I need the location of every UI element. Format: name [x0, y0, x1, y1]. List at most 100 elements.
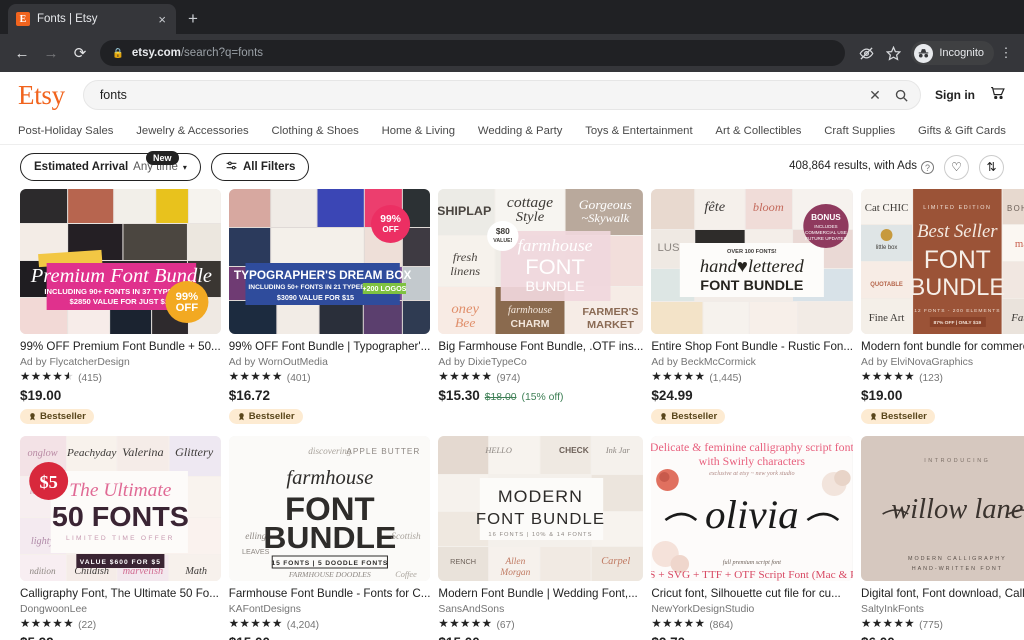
svg-text:OFF: OFF: [176, 302, 199, 314]
category-link-6[interactable]: Art & Collectibles: [715, 125, 801, 137]
product-card[interactable]: fête bloom LUSH MAGNOLIA & LAVENDER OVER…: [651, 189, 854, 426]
product-shop: DongwoonLee: [20, 604, 88, 616]
svg-text:LEAVES: LEAVES: [242, 548, 270, 556]
svg-text:EPS + SVG + TTF + OTF Script F: EPS + SVG + TTF + OTF Script Font (Mac &…: [651, 569, 853, 581]
url-text: etsy.com/search?q=fonts: [132, 47, 263, 59]
svg-text:olivia: olivia: [705, 493, 799, 537]
search-bar[interactable]: ✕: [82, 80, 921, 110]
svg-text:12 FONTS - 200 ELEMENTS: 12 FONTS - 200 ELEMENTS: [914, 308, 1000, 314]
new-tab-button[interactable]: +: [188, 9, 198, 29]
star-rating-icon: ★★★★★ ★★★★★: [438, 371, 493, 384]
product-card[interactable]: Premium Font Bundle INCLUDING 90+ FONTS …: [20, 189, 221, 426]
willow-lane-calligraphy[interactable]: INTRODUCING willow lane MODERN CALLIGRAP…: [861, 435, 1024, 581]
category-link-4[interactable]: Wedding & Party: [478, 125, 563, 137]
product-title[interactable]: Modern Font Bundle | Wedding Font,...: [438, 587, 643, 601]
svg-text:fête: fête: [705, 199, 726, 215]
svg-text:~Skywalk: ~Skywalk: [582, 211, 630, 225]
product-card[interactable]: Cat CHIC little box QUOTABLE Fine Art BO…: [861, 189, 1024, 426]
current-price: $15.00: [438, 635, 479, 640]
modern-font-bundle-neutral[interactable]: HELLO CHECK Ink Jar MODERN FONT BUNDLE 1…: [438, 435, 644, 581]
svg-text:$3090 VALUE FOR $15: $3090 VALUE FOR $15: [277, 294, 354, 302]
help-icon[interactable]: ?: [921, 161, 934, 175]
product-rating: ★★★★★ ★★★★★ (864): [651, 619, 853, 631]
sign-in-link[interactable]: Sign in: [935, 88, 975, 102]
category-link-1[interactable]: Jewelry & Accessories: [136, 125, 248, 137]
svg-text:$2850 VALUE FOR JUST $19: $2850 VALUE FOR JUST $19: [69, 297, 173, 306]
typographers-dream-box-collage[interactable]: TYPOGRAPHER'S DREAM BOX INCLUDING 50+ FO…: [228, 189, 431, 334]
category-link-8[interactable]: Gifts & Gift Cards: [918, 125, 1006, 137]
eye-slash-icon[interactable]: [854, 41, 878, 65]
browser-chrome: E Fonts | Etsy × + ← → ⟳ 🔒 etsy.com/sear…: [0, 0, 1024, 72]
favorite-icon[interactable]: ♡: [944, 154, 969, 180]
profile-chip[interactable]: Incognito: [911, 41, 994, 65]
review-count: (67): [496, 619, 515, 631]
sort-arrows-icon[interactable]: ⇅: [979, 154, 1004, 180]
product-card[interactable]: INTRODUCING willow lane MODERN CALLIGRAP…: [861, 435, 1024, 640]
product-card[interactable]: TYPOGRAPHER'S DREAM BOX INCLUDING 50+ FO…: [228, 189, 431, 426]
product-title[interactable]: Farmhouse Font Bundle - Fonts for C...: [229, 587, 431, 601]
product-title[interactable]: Entire Shop Font Bundle - Rustic Fon...: [651, 340, 853, 354]
star-rating-icon: ★★★★★ ★★★★★: [861, 618, 916, 631]
star-icon[interactable]: [881, 41, 905, 65]
original-price: $18.00: [484, 391, 517, 403]
category-link-0[interactable]: Post-Holiday Sales: [18, 125, 113, 137]
product-title[interactable]: 99% OFF Font Bundle | Typographer'...: [229, 340, 431, 354]
product-rating: ★★★★★ ★★★★★ (775): [861, 619, 1024, 631]
farmhouse-font-bundle-white[interactable]: discovering APPLE BUTTER farmhouse FONT …: [228, 435, 431, 581]
browser-menu-icon[interactable]: ⋮: [997, 45, 1015, 61]
product-card[interactable]: onglow Peachyday Valerina Glittery losso…: [20, 435, 221, 640]
search-icon[interactable]: [888, 82, 914, 108]
back-icon[interactable]: ←: [9, 40, 35, 66]
product-card[interactable]: Delicate & feminine calligraphy script f…: [651, 435, 854, 640]
svg-text:Fine Art: Fine Art: [869, 312, 905, 324]
category-link-7[interactable]: Craft Supplies: [824, 125, 895, 137]
svg-text:Gorgeous: Gorgeous: [579, 197, 632, 212]
lock-icon: 🔒: [112, 47, 124, 59]
star-rating-icon: ★★★★★ ★★★★★: [228, 618, 283, 631]
svg-text:16 FONTS | 10% & 14 FONTS: 16 FONTS | 10% & 14 FONTS: [489, 532, 593, 538]
product-card[interactable]: discovering APPLE BUTTER farmhouse FONT …: [228, 435, 431, 640]
browser-tab[interactable]: E Fonts | Etsy ×: [8, 4, 176, 34]
product-title[interactable]: Digital font, Font download, Calligra...: [861, 587, 1024, 601]
clear-search-icon[interactable]: ✕: [862, 82, 888, 108]
product-shop: NewYorkDesignStudio: [651, 604, 755, 616]
star-rating-icon: ★★★★★ ★★★★★: [228, 371, 283, 384]
product-title[interactable]: Modern font bundle for commercial ...: [861, 340, 1024, 354]
premium-font-bundle-collage[interactable]: Premium Font Bundle INCLUDING 90+ FONTS …: [20, 189, 221, 334]
product-price: $19.00: [20, 388, 221, 403]
search-input[interactable]: [99, 88, 862, 102]
close-icon[interactable]: ×: [156, 11, 168, 28]
olivia-calligraphy-script[interactable]: Delicate & feminine calligraphy script f…: [651, 435, 854, 581]
product-rating: ★★★★★ ★★★★★ (1,445): [651, 372, 853, 384]
product-shop: SaltyInkFonts: [861, 604, 924, 616]
address-bar[interactable]: 🔒 etsy.com/search?q=fonts: [100, 40, 846, 66]
star-rating-icon: ★★★★★ ★★★★★: [20, 618, 75, 631]
category-link-5[interactable]: Toys & Entertainment: [585, 125, 692, 137]
bestseller-badge: Bestseller: [228, 408, 303, 424]
svg-text:The Ultimate: The Ultimate: [69, 480, 172, 501]
etsy-logo[interactable]: Etsy: [18, 80, 69, 111]
farmhouse-font-bundle-collage[interactable]: cottage Style SHIPLAP Gorgeous ~Skywalk …: [438, 189, 644, 334]
best-seller-font-bundle-terracotta[interactable]: Cat CHIC little box QUOTABLE Fine Art BO…: [861, 189, 1024, 334]
svg-text:Glittery: Glittery: [175, 445, 214, 459]
current-price: $6.00: [861, 635, 895, 640]
all-filters-button[interactable]: All Filters: [210, 153, 310, 181]
product-title[interactable]: Calligraphy Font, The Ultimate 50 Fo...: [20, 587, 221, 601]
svg-text:fresh: fresh: [453, 250, 478, 264]
ultimate-50-fonts-collage[interactable]: onglow Peachyday Valerina Glittery losso…: [20, 435, 221, 581]
sliders-icon: [225, 159, 238, 175]
svg-text:farmhouse: farmhouse: [286, 467, 373, 489]
product-card[interactable]: HELLO CHECK Ink Jar MODERN FONT BUNDLE 1…: [438, 435, 644, 640]
hand-lettered-font-bundle-collage[interactable]: fête bloom LUSH MAGNOLIA & LAVENDER OVER…: [651, 189, 854, 334]
forward-icon[interactable]: →: [38, 40, 64, 66]
product-title[interactable]: Cricut font, Silhouette cut file for cu.…: [651, 587, 853, 601]
product-title[interactable]: 99% OFF Premium Font Bundle + 50...: [20, 340, 221, 354]
product-title[interactable]: Big Farmhouse Font Bundle, .OTF ins...: [438, 340, 643, 354]
category-link-2[interactable]: Clothing & Shoes: [271, 125, 358, 137]
reload-icon[interactable]: ⟳: [67, 40, 93, 66]
svg-text:Valerina: Valerina: [122, 445, 164, 459]
product-card[interactable]: cottage Style SHIPLAP Gorgeous ~Skywalk …: [438, 189, 644, 426]
category-link-3[interactable]: Home & Living: [382, 125, 455, 137]
product-price: $2.70: [651, 635, 853, 640]
cart-icon[interactable]: [989, 84, 1006, 106]
